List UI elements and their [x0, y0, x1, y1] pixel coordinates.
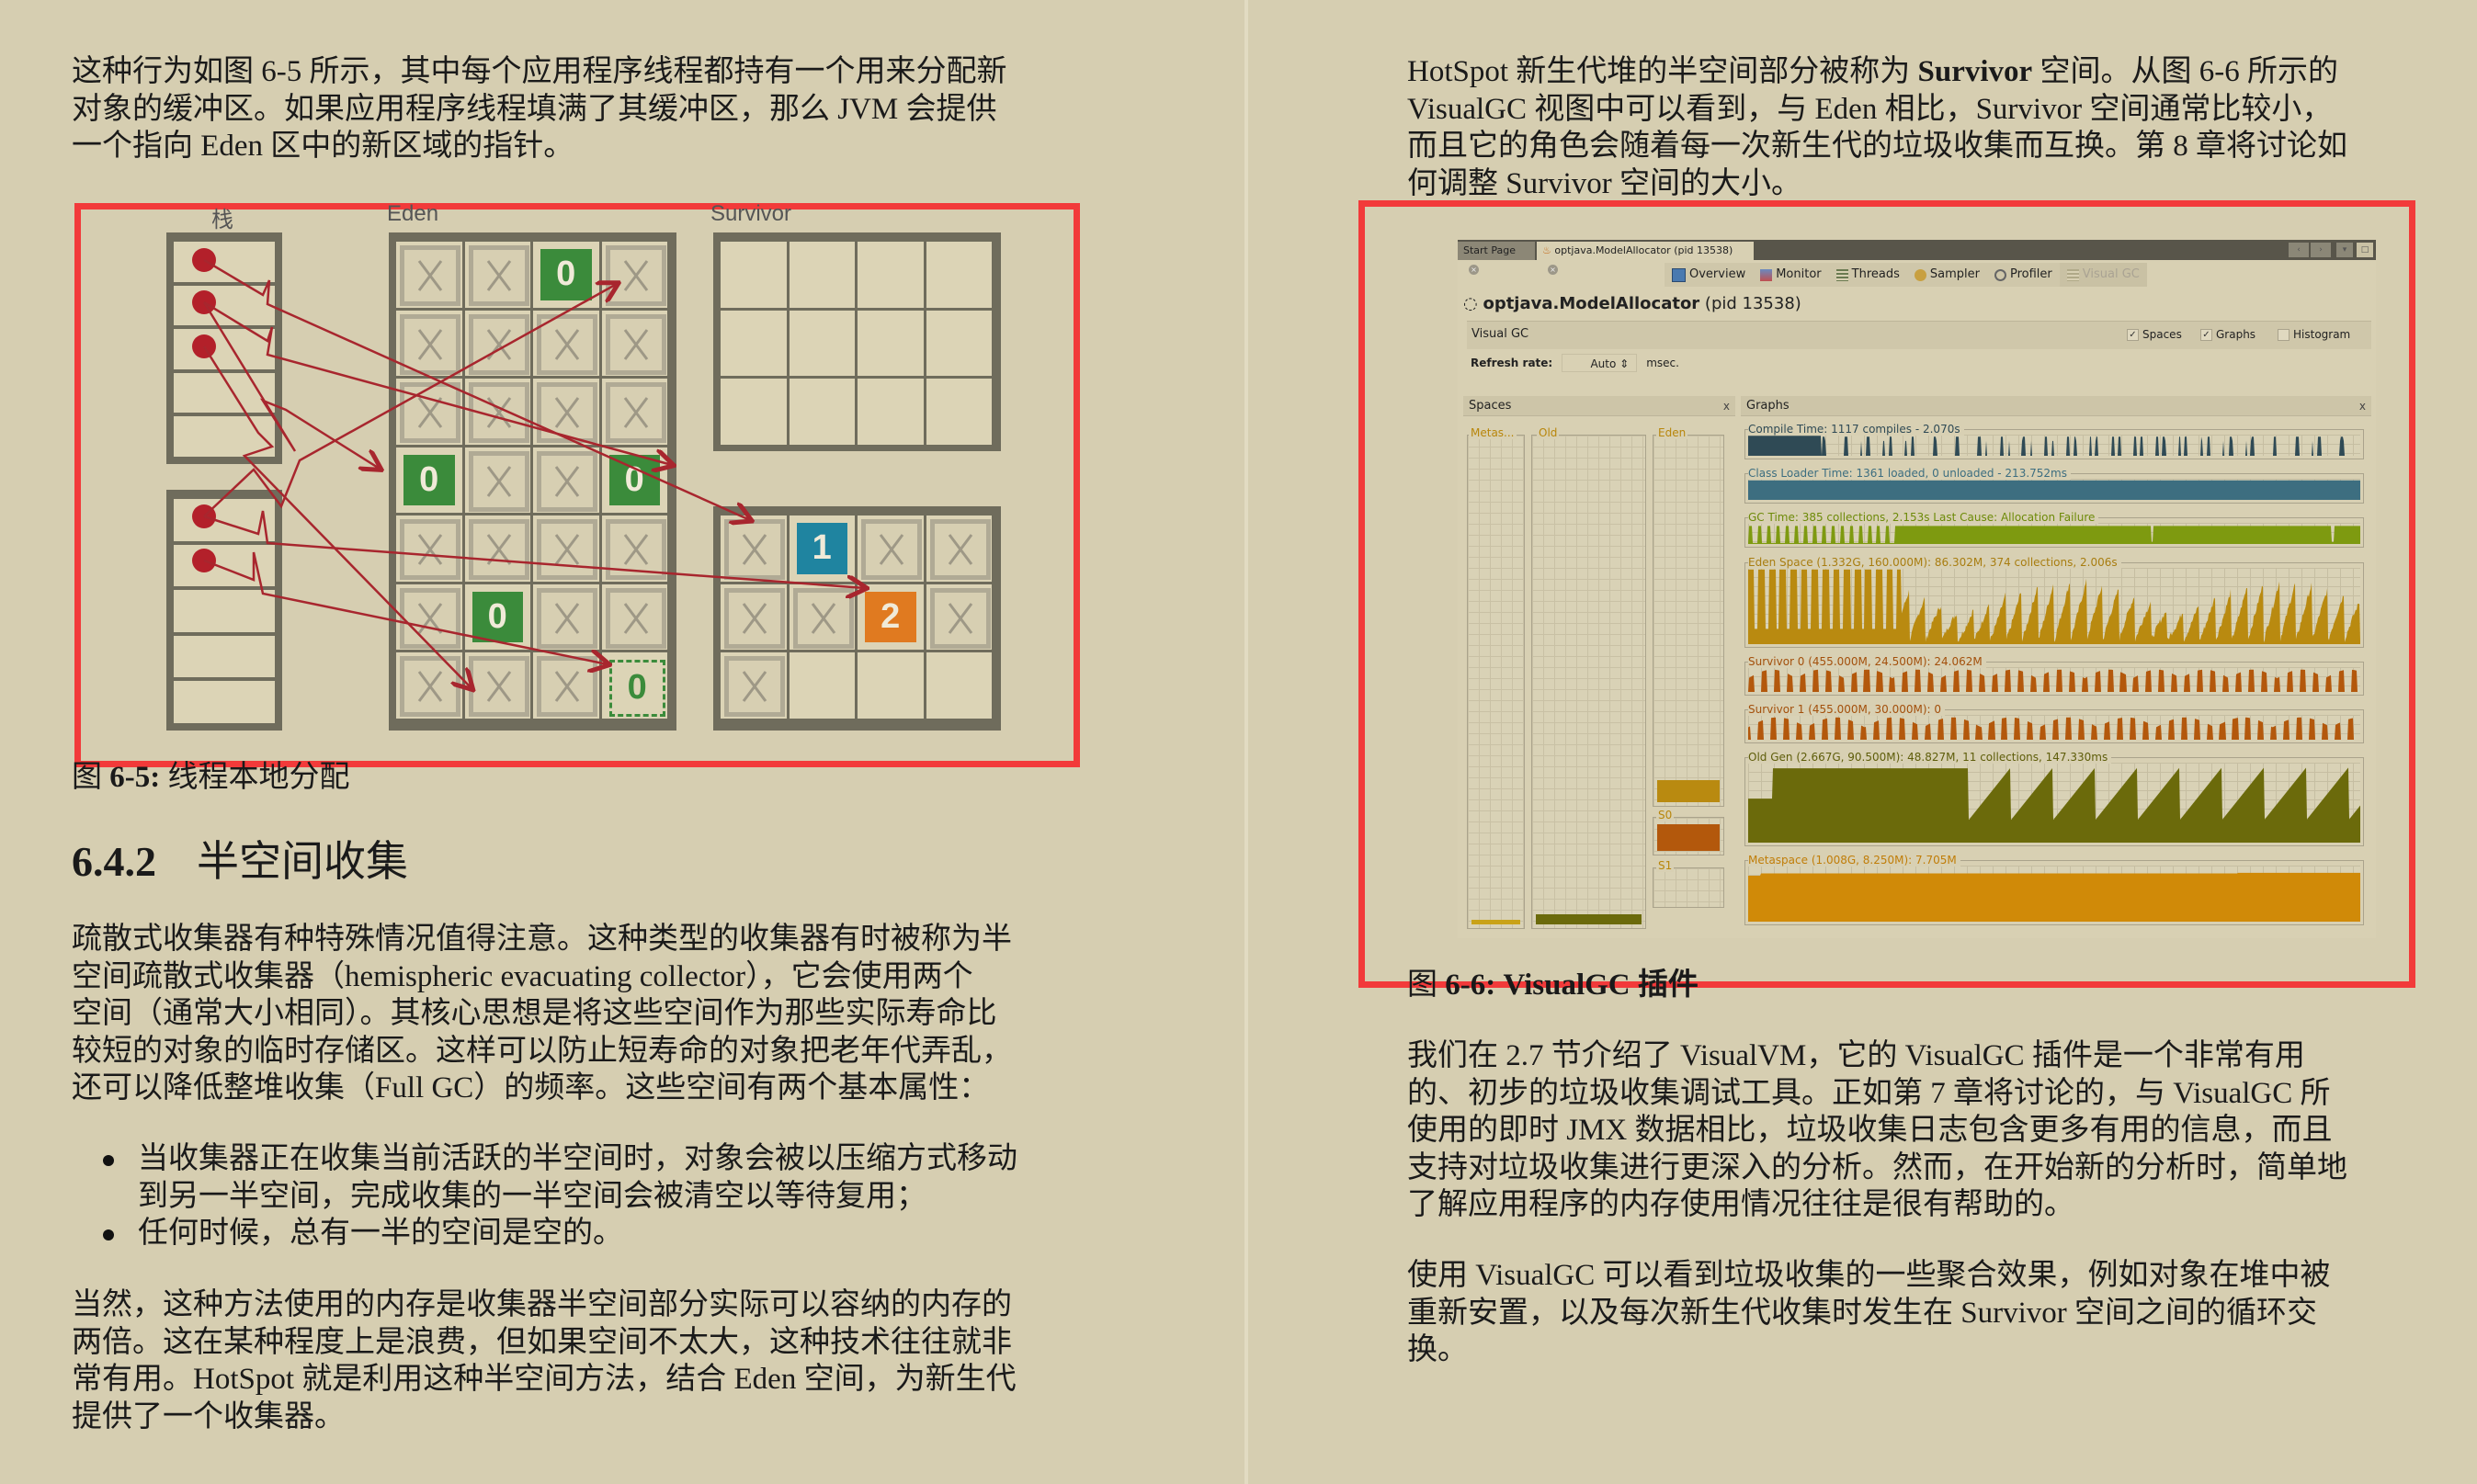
- text-line: 换。: [1407, 1333, 1468, 1366]
- reference-arrow: [203, 551, 608, 664]
- reference-arrow: [202, 301, 380, 469]
- text-line: VisualGC 视图中可以看到，与 Eden 相比，Survivor 空间通常…: [1407, 92, 2333, 126]
- text-line: 使用的即时 JMX 数据相比，垃圾收集日志包含更多有用的信息，而且: [1407, 1114, 2333, 1147]
- text-line: HotSpot 新生代堆的半空间部分被称为 Survivor 空间。从图 6-6…: [1407, 53, 2427, 91]
- bullet-list: 当收集器正在收集当前活跃的半空间时，对象会被以压缩方式移动 到另一半空间，完成收…: [72, 1140, 1092, 1252]
- right-paragraph-1: 我们在 2.7 节介绍了 VisualVM，它的 VisualGC 插件是一个非…: [1407, 1037, 2427, 1224]
- text-line: 空间疏散式收集器（hemispheric evacuating collecto…: [72, 959, 973, 993]
- text-line: 常有用。HotSpot 就是利用这种半空间方法，结合 Eden 空间，为新生代: [72, 1363, 1017, 1396]
- reference-arrow: [203, 284, 617, 517]
- left-intro-paragraph: 这种行为如图 6-5 所示，其中每个应用程序线程都持有一个用来分配新 对象的缓冲…: [72, 53, 1092, 165]
- text-line: 重新安置，以及每次新生代收集时发生在 Survivor 空间之间的循环交: [1407, 1296, 2317, 1330]
- caption-text: VisualGC 插件: [1495, 969, 1699, 1002]
- text-bold: Survivor: [1917, 55, 2033, 88]
- left-paragraph-1: 疏散式收集器有种特殊情况值得注意。这种类型的收集器有时被称为半 空间疏散式收集器…: [72, 921, 1092, 1107]
- section-heading: 6.4.2 半空间收集: [72, 836, 408, 888]
- caption-prefix: 图: [1407, 969, 1446, 1002]
- figure-6-6-caption: 图 6-6: VisualGC 插件: [1407, 967, 1699, 1003]
- left-paragraph-2: 当然，这种方法使用的内存是收集器半空间部分实际可以容纳的内存的 两倍。这在某种程…: [72, 1286, 1092, 1435]
- text-line: 而且它的角色会随着每一次新生代的垃圾收集而互换。第 8 章将讨论如: [1407, 130, 2347, 163]
- caption-number: 6-5:: [109, 761, 161, 794]
- bullet-item: 当收集器正在收集当前活跃的半空间时，对象会被以压缩方式移动 到另一半空间，完成收…: [72, 1140, 1092, 1215]
- reference-arrow: [202, 346, 472, 688]
- text-line: 两倍。这在某种程度上是浪费，但如果空间不太大，这种技术往往就非: [72, 1325, 1012, 1359]
- right-intro-paragraph: HotSpot 新生代堆的半空间部分被称为 Survivor 空间。从图 6-6…: [1407, 53, 2427, 202]
- text-line: 当然，这种方法使用的内存是收集器半空间部分实际可以容纳的内存的: [72, 1288, 1012, 1321]
- text-line: 何调整 Survivor 空间的大小。: [1407, 166, 1801, 200]
- highlight-box-figure-6-6: [1358, 200, 2415, 988]
- reference-arrow: [203, 510, 865, 588]
- text-line: 空间（通常大小相同）。其核心思想是将这些空间作为那些实际寿命比: [72, 997, 997, 1030]
- text-line: 支持对垃圾收集进行更深入的分析。然而，在开始新的分析时，简单地: [1407, 1150, 2347, 1184]
- text-line: 较短的对象的临时存储区。这样可以防止短寿命的对象把老年代弄乱，: [72, 1034, 1012, 1068]
- text-line: 使用 VisualGC 可以看到垃圾收集的一些聚合效果，例如对象在堆中被: [1407, 1259, 2331, 1292]
- pointer-arrows: [202, 258, 1080, 767]
- section-number: 6.4.2: [72, 838, 156, 885]
- right-paragraph-2: 使用 VisualGC 可以看到垃圾收集的一些聚合效果，例如对象在堆中被 重新安…: [1407, 1257, 2427, 1369]
- text-line: 了解应用程序的内存使用情况往往是很有帮助的。: [1407, 1188, 2074, 1221]
- caption-prefix: 图: [72, 761, 110, 794]
- caption-number: 6-6:: [1445, 969, 1496, 1002]
- text-line: 一个指向 Eden 区中的新区域的指针。: [72, 130, 574, 163]
- text-line: 提供了一个收集器。: [72, 1399, 345, 1433]
- page-divider: [1244, 0, 1248, 1484]
- text-line: 疏散式收集器有种特殊情况值得注意。这种类型的收集器有时被称为半: [72, 923, 1012, 956]
- text-line: 当收集器正在收集当前活跃的半空间时，对象会被以压缩方式移动: [138, 1142, 1017, 1175]
- section-title: 半空间收集: [197, 838, 408, 885]
- text-line: 这种行为如图 6-5 所示，其中每个应用程序线程都持有一个用来分配新: [72, 55, 1007, 88]
- text-line: 我们在 2.7 节介绍了 VisualVM，它的 VisualGC 插件是一个非…: [1407, 1039, 2305, 1072]
- text-run: 空间。从图 6-6 所示的: [2032, 55, 2338, 88]
- bullet-item: 任何时候，总有一半的空间是空的。: [72, 1215, 1092, 1252]
- caption-text: 线程本地分配: [160, 761, 350, 794]
- text-line: 对象的缓冲区。如果应用程序线程填满了其缓冲区，那么 JVM 会提供: [72, 92, 997, 126]
- figure-6-5-caption: 图 6-5: 线程本地分配: [72, 759, 349, 796]
- figure-6-5: 栈 Eden Survivor 0000012: [74, 201, 1080, 767]
- reference-arrow: [203, 258, 750, 520]
- text-line: 还可以降低整堆收集（Full GC）的频率。这些空间有两个基本属性：: [72, 1071, 990, 1105]
- text-line: 的、初步的垃圾收集调试工具。正如第 7 章将讨论的，与 VisualGC 所: [1407, 1076, 2331, 1110]
- text-run: HotSpot 新生代堆的半空间部分被称为: [1407, 55, 1918, 88]
- text-line: 到另一半空间，完成收集的一半空间会被清空以等待复用；: [138, 1179, 926, 1213]
- text-line: 任何时候，总有一半的空间是空的。: [138, 1217, 623, 1250]
